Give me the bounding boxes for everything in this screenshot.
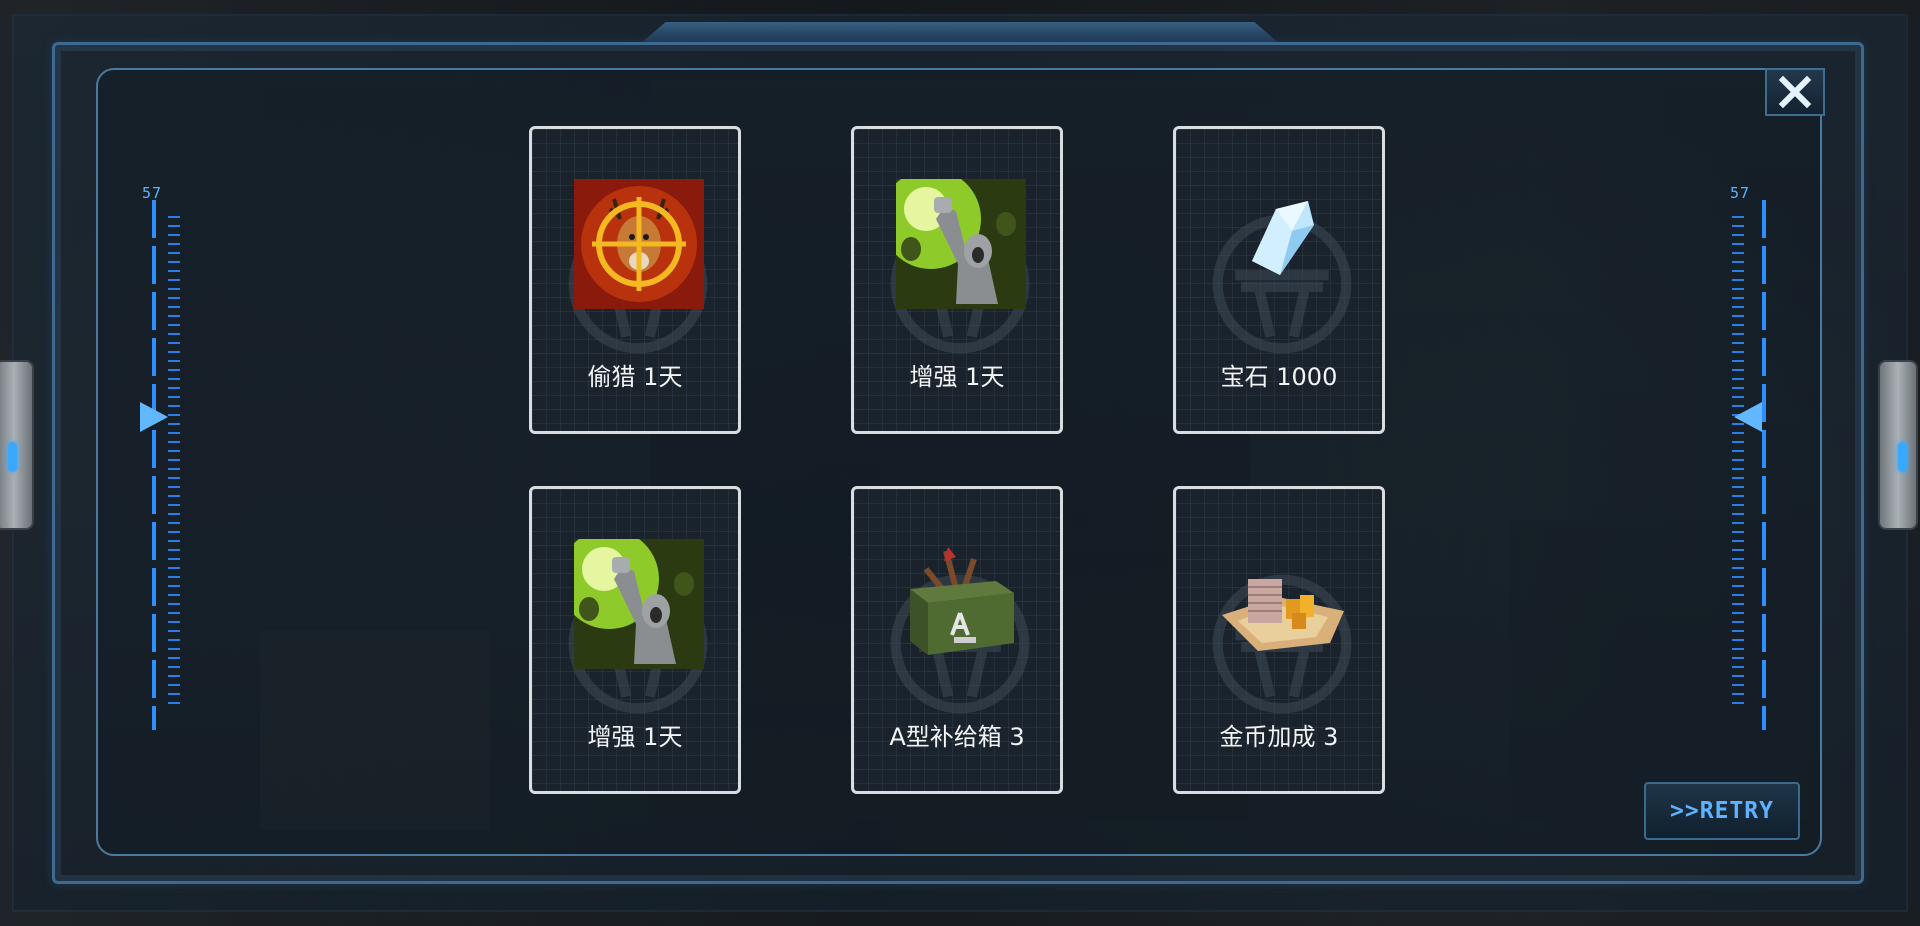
boost-raised-fist-icon bbox=[896, 179, 1026, 309]
gold-bonus-cash-icon bbox=[1222, 579, 1344, 651]
hud-top-tab bbox=[640, 22, 1280, 44]
left-gauge: 57 bbox=[140, 184, 182, 730]
left-gauge-pointer-icon bbox=[140, 402, 168, 432]
left-gauge-ticks bbox=[168, 216, 180, 706]
close-button[interactable] bbox=[1765, 68, 1825, 116]
reward-label: 增强 1天 bbox=[909, 363, 1005, 391]
reward-card[interactable]: A型补给箱 3 bbox=[851, 486, 1063, 794]
left-side-knob bbox=[0, 360, 34, 530]
right-gauge-ticks bbox=[1732, 216, 1744, 706]
close-icon bbox=[1778, 75, 1812, 109]
left-gauge-bar bbox=[152, 200, 156, 730]
reward-card[interactable]: 增强 1天 bbox=[851, 126, 1063, 434]
right-gauge-pointer-icon bbox=[1734, 402, 1762, 432]
right-gauge-bar bbox=[1762, 200, 1766, 730]
right-led-indicator bbox=[1898, 442, 1907, 472]
reward-label: A型补给箱 3 bbox=[889, 723, 1025, 751]
supply-crate-a-icon bbox=[910, 547, 1014, 655]
gem-crystal-icon bbox=[1252, 201, 1314, 275]
right-side-knob bbox=[1878, 360, 1918, 530]
reward-label: 宝石 1000 bbox=[1220, 363, 1338, 391]
reward-card[interactable]: 金币加成 3 bbox=[1173, 486, 1385, 794]
retry-button[interactable]: >>RETRY bbox=[1644, 782, 1800, 840]
reward-card[interactable]: 宝石 1000 bbox=[1173, 126, 1385, 434]
reward-label: 偷猎 1天 bbox=[587, 363, 683, 391]
boost-raised-fist-icon bbox=[574, 539, 704, 669]
poaching-deer-crosshair-icon bbox=[574, 179, 704, 309]
right-gauge-value: 57 bbox=[1730, 184, 1751, 202]
reward-card[interactable]: 偷猎 1天 bbox=[529, 126, 741, 434]
reward-card[interactable]: 增强 1天 bbox=[529, 486, 741, 794]
left-led-indicator bbox=[8, 442, 17, 472]
right-gauge: 57 bbox=[1722, 184, 1766, 730]
reward-label: 金币加成 3 bbox=[1219, 723, 1339, 751]
reward-label: 增强 1天 bbox=[587, 723, 683, 751]
